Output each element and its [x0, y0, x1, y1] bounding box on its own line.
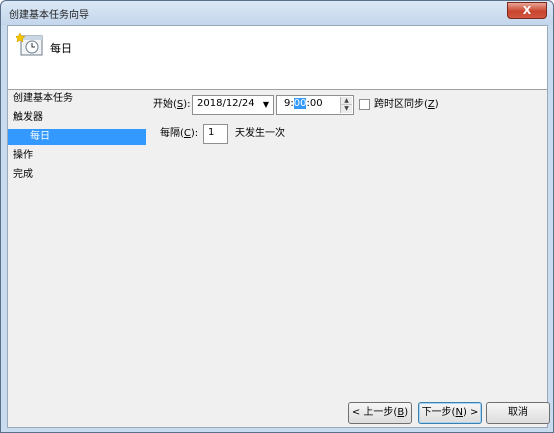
- nav-item-finish[interactable]: 完成: [13, 167, 33, 183]
- recur-unit-label: 天发生一次: [235, 128, 285, 139]
- sync-timezone-checkbox[interactable]: [359, 99, 370, 110]
- nav-item-action[interactable]: 操作: [13, 148, 33, 164]
- title-bar[interactable]: 创建基本任务向导 X: [1, 1, 553, 25]
- nav-item-create-basic-task[interactable]: 创建基本任务: [13, 91, 73, 107]
- spin-up-icon[interactable]: ▲: [341, 97, 352, 105]
- close-icon: X: [522, 4, 532, 17]
- page-title: 每日: [50, 42, 72, 55]
- nav-item-trigger[interactable]: 触发器: [13, 110, 43, 126]
- nav-item-daily[interactable]: 每日: [8, 129, 146, 145]
- calendar-clock-icon: [16, 32, 43, 56]
- start-label: 开始(S):: [153, 99, 191, 110]
- start-date-picker[interactable]: 2018/12/24 ▼: [192, 95, 274, 115]
- wizard-window: 创建基本任务向导 X 每日 创建基本任务 触发器 每日 操作 完成 开始(S):…: [0, 0, 554, 433]
- recur-label: 每隔(C):: [160, 128, 199, 139]
- cancel-button[interactable]: 取消: [486, 402, 550, 424]
- start-time-value: 9:00:00: [284, 98, 323, 109]
- sync-timezone-label[interactable]: 跨时区同步(Z): [374, 95, 439, 115]
- next-button[interactable]: 下一步(N) >: [418, 402, 482, 424]
- window-title: 创建基本任务向导: [9, 10, 89, 21]
- wizard-client-area: 每日 创建基本任务 触发器 每日 操作 完成 开始(S): 2018/12/24…: [7, 25, 550, 428]
- back-button[interactable]: < 上一步(B): [348, 402, 412, 424]
- time-spinner[interactable]: ▲ ▼: [340, 97, 352, 113]
- wizard-steps-nav: 创建基本任务 触发器 每日 操作 完成: [8, 90, 148, 410]
- chevron-down-icon[interactable]: ▼: [263, 100, 269, 109]
- spin-down-icon[interactable]: ▼: [341, 105, 352, 113]
- start-date-value: 2018/12/24: [197, 98, 255, 109]
- start-time-field[interactable]: 9:00:00 ▲ ▼: [276, 95, 354, 115]
- close-button[interactable]: X: [507, 2, 547, 19]
- recur-days-input[interactable]: 1: [203, 124, 228, 144]
- wizard-header: 每日: [8, 26, 547, 90]
